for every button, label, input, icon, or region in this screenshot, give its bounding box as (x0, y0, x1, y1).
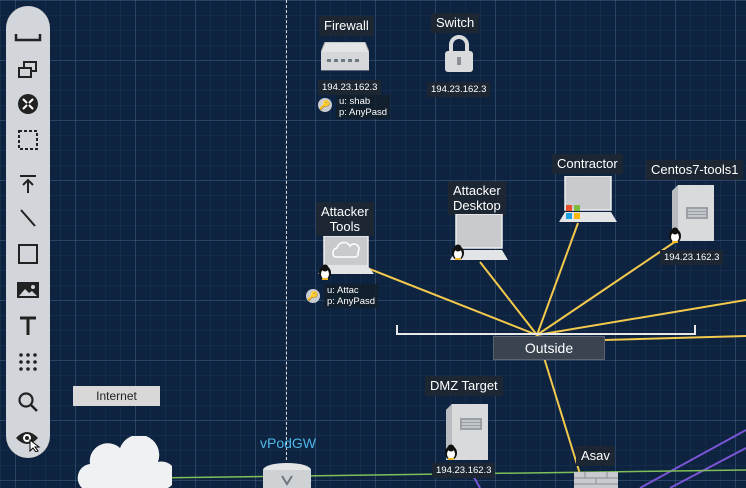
drawing-toolbar (6, 6, 50, 458)
linux-penguin-icon (319, 264, 331, 280)
firewall-credentials: u: shab p: AnyPasd (336, 95, 391, 119)
image-icon (17, 282, 39, 298)
dot-grid-icon (19, 353, 37, 371)
switch-label: Switch (431, 13, 480, 33)
search-icon (18, 392, 38, 412)
arrow-to-line-icon (20, 175, 36, 193)
link-outside-east-2 (603, 335, 746, 341)
text-icon (20, 316, 36, 335)
windows-button[interactable] (12, 56, 44, 84)
firewall-password: p: AnyPasd (339, 107, 388, 118)
link-outside-contractor (536, 222, 579, 336)
collapse-icon (18, 94, 38, 114)
asav-label: Asav (576, 446, 615, 466)
attacker-tools-label: Attacker Tools (316, 202, 374, 236)
minimize-icon (14, 34, 42, 42)
dmz-target-label: DMZ Target (425, 376, 503, 396)
contractor-label: Contractor (552, 154, 623, 174)
collapse-button[interactable] (12, 90, 44, 118)
link-purple-2 (669, 447, 746, 488)
attacker-desktop-label: Attacker Desktop (448, 181, 506, 215)
windows-logo-icon (566, 205, 580, 219)
view-button[interactable] (12, 426, 44, 454)
firewall-ip: 194.23.162.3 (318, 80, 382, 95)
attacker-tools-password: p: AnyPasd (327, 296, 376, 307)
firewall-label: Firewall (319, 16, 374, 36)
link-purple-1 (639, 429, 746, 488)
eye-icon (16, 432, 41, 452)
switch-ip: 194.23.162.3 (427, 82, 491, 97)
firewall-icon (320, 41, 370, 71)
anchor-button[interactable] (12, 170, 44, 198)
marquee-select-icon (18, 130, 38, 150)
switch-node[interactable] (443, 35, 475, 78)
search-button[interactable] (12, 388, 44, 416)
attacker-tools-credentials: u: Attac p: AnyPasd (324, 284, 379, 308)
linux-penguin-icon (669, 227, 681, 243)
linux-penguin-icon (452, 244, 464, 260)
firewall-user: u: shab (339, 96, 371, 107)
line-button[interactable] (12, 204, 44, 232)
line-icon (20, 209, 36, 227)
image-button[interactable] (12, 276, 44, 304)
attacker-desktop-label-line2: Desktop (453, 198, 501, 213)
attacker-tools-user: u: Attac (327, 285, 359, 296)
router-icon[interactable] (262, 462, 312, 488)
cloud-icon[interactable] (72, 436, 172, 488)
key-icon[interactable]: 🔑 (306, 289, 320, 303)
internet-label[interactable]: Internet (73, 386, 160, 406)
firewall-brick-icon[interactable] (574, 472, 618, 488)
lock-icon (445, 35, 473, 72)
minimize-button[interactable] (12, 20, 44, 48)
text-button[interactable] (12, 312, 44, 340)
centos-label: Centos7-tools1 (646, 160, 744, 180)
contractor-node[interactable] (559, 175, 617, 229)
attacker-desktop-label-line1: Attacker (453, 183, 501, 198)
vpodgw-label: vPodGW (260, 435, 317, 451)
attacker-tools-label-line1: Attacker (321, 204, 369, 219)
rectangle-button[interactable] (12, 240, 44, 268)
zone-divider (286, 0, 287, 460)
key-icon[interactable]: 🔑 (318, 98, 332, 112)
select-button[interactable] (12, 126, 44, 154)
attacker-tools-label-line2: Tools (329, 219, 361, 234)
firewall-node[interactable] (320, 41, 370, 77)
centos-ip: 194.23.162.3 (660, 250, 724, 265)
rectangle-icon (18, 244, 38, 264)
outside-network-bracket (396, 325, 696, 335)
link-outside-centos (536, 232, 689, 336)
linux-penguin-icon (445, 444, 457, 460)
grid-button[interactable] (12, 348, 44, 376)
dmz-target-ip: 194.23.162.3 (432, 463, 496, 478)
windows-icon (18, 61, 37, 78)
outside-network-label[interactable]: Outside (493, 336, 605, 360)
